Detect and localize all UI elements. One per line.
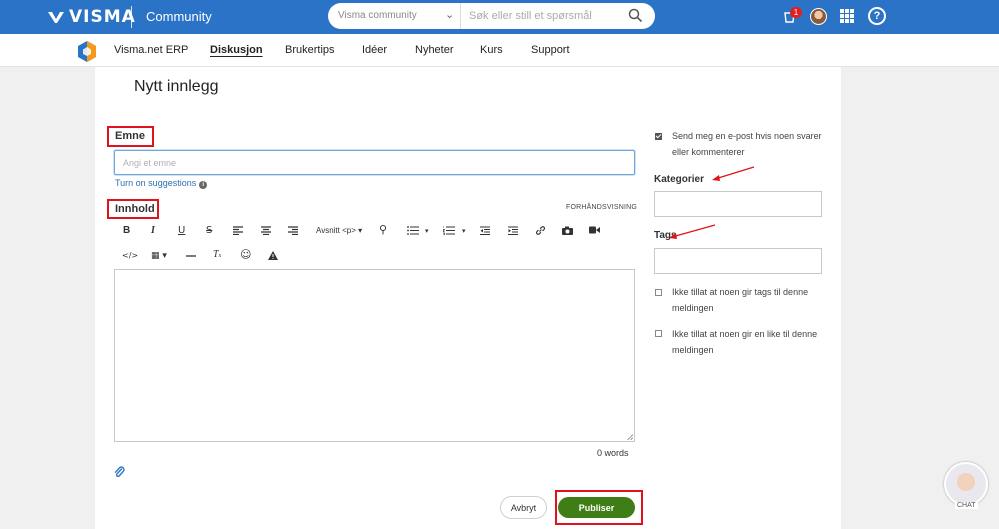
strikethrough-icon[interactable]: S [206,225,212,237]
clear-format-icon[interactable]: Tx [213,249,221,262]
paragraph-format-dropdown[interactable]: Avsnitt <p> ▾ [316,225,362,237]
content-label: Innhold [115,203,155,215]
cancel-button[interactable]: Avbryt [500,496,547,519]
image-icon[interactable] [562,226,573,235]
nav-item-ideer[interactable]: Idéer [362,44,387,56]
outdent-icon[interactable] [480,226,490,235]
subject-input[interactable] [115,151,634,174]
email-notify-checkbox[interactable] [655,133,662,140]
turn-on-suggestions-link[interactable]: Turn on suggestions i [115,178,208,189]
app-grid-icon[interactable] [840,9,854,23]
notification-badge: 1 [790,7,802,18]
horizontal-rule-icon[interactable] [186,255,196,257]
video-icon[interactable] [589,226,600,234]
subject-label: Emne [115,130,145,142]
align-center-icon[interactable] [261,226,271,235]
align-right-icon[interactable] [288,226,298,235]
subject-field[interactable] [114,150,635,175]
word-count: 0 words [597,448,629,458]
help-icon[interactable]: ? [868,7,886,25]
chat-label[interactable]: CHAT [955,502,978,509]
numbered-list-icon[interactable] [443,226,455,235]
emoji-icon[interactable]: ☺ [240,249,251,261]
email-notify-label: Send meg en e-post hvis noen svarer elle… [672,131,822,157]
search-icon[interactable] [628,8,643,23]
no-likes-checkbox[interactable] [655,330,662,337]
publish-button[interactable]: Publiser [558,497,635,518]
bullet-list-icon[interactable] [407,226,419,235]
annotation-arrow-tags [669,224,716,239]
preview-link[interactable]: FORHÅNDSVISNING [566,204,637,211]
search-input[interactable]: Søk eller still et spørsmål [469,10,592,22]
info-icon[interactable]: i [199,181,208,189]
no-likes-label: Ikke tillat at noen gir en like til denn… [672,329,818,355]
logo-text: VISMA [69,7,136,27]
spoiler-icon[interactable] [268,251,278,260]
visma-net-product-icon[interactable] [78,41,96,62]
search-divider [460,3,461,29]
user-avatar[interactable] [810,8,827,25]
indent-icon[interactable] [508,226,518,235]
underline-icon[interactable]: U [178,225,185,237]
nav-item-visma-net-erp[interactable]: Visma.net ERP [114,44,188,56]
chat-widget-avatar[interactable] [944,462,988,506]
visma-logo[interactable]: VISMA [47,7,136,27]
product-nav: Visma.net ERP Diskusjon Brukertips Idéer… [0,34,999,67]
categories-label: Kategorier [654,174,705,185]
page-title: Nytt innlegg [134,78,219,95]
nav-item-brukertips[interactable]: Brukertips [285,44,335,56]
nav-item-support[interactable]: Support [531,44,570,56]
bold-icon[interactable]: B [123,225,130,237]
search-scope-select[interactable]: Visma community [338,10,417,21]
bullet-list-dropdown-icon[interactable]: ▾ [425,225,429,237]
table-icon[interactable]: ▦ ▾ [151,250,167,262]
tags-field[interactable] [654,248,822,274]
nav-item-kurs[interactable]: Kurs [480,44,503,56]
chevron-down-icon[interactable]: ⌄ [445,8,454,21]
suggestions-link-label[interactable]: Turn on suggestions [115,178,196,188]
resize-handle-icon[interactable] [627,434,633,440]
search-bar: Visma community ⌄ Søk eller still et spø… [328,3,655,29]
content-editor[interactable] [114,269,635,442]
community-label[interactable]: Community [146,9,212,24]
categories-field[interactable] [654,191,822,217]
no-tags-checkbox[interactable] [655,289,662,296]
find-icon[interactable]: ⚲ [379,224,387,236]
top-bar: VISMA Community Visma community ⌄ Søk el… [0,0,999,34]
paragraph-format-label: Avsnitt <p> [316,226,356,235]
link-icon[interactable] [535,225,546,236]
visma-logo-mark-icon [48,12,64,23]
numbered-list-dropdown-icon[interactable]: ▾ [462,225,466,237]
annotation-arrow-categories [712,166,755,181]
italic-icon[interactable]: I [151,225,155,237]
no-tags-label: Ikke tillat at noen gir tags til denne m… [672,287,809,313]
attachment-icon[interactable] [114,466,125,479]
header-divider [131,6,132,28]
align-left-icon[interactable] [233,226,243,235]
nav-item-nyheter[interactable]: Nyheter [415,44,454,56]
code-icon[interactable]: </> [122,250,138,262]
nav-item-diskusjon[interactable]: Diskusjon [210,44,263,56]
